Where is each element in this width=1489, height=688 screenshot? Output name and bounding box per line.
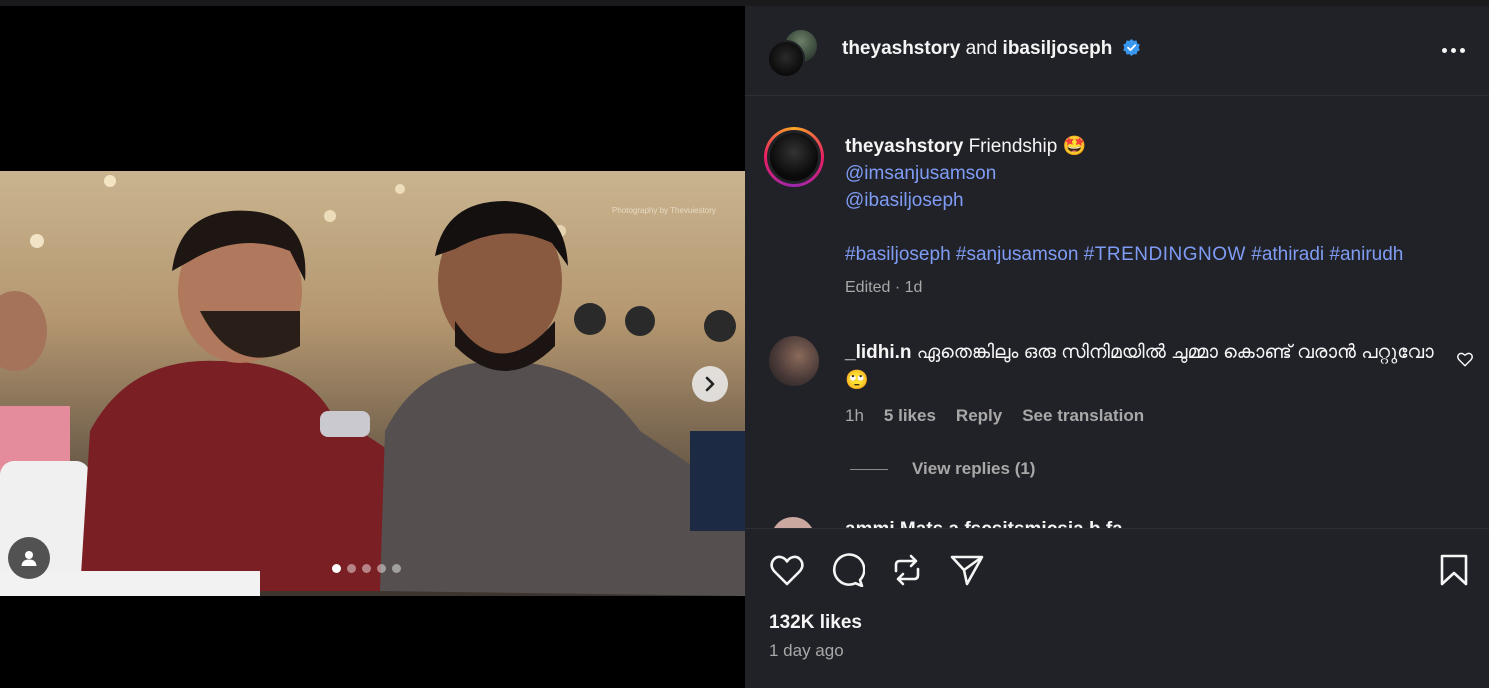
author-username-link[interactable]: theyashstory [842,38,960,59]
next-comment-peek: ammi.Mats a fscsitsmicsia.b.fa [745,511,1489,529]
more-dot-icon [1441,47,1447,53]
send-icon[interactable] [949,553,985,587]
hashtag-link[interactable]: #sanjusamson [956,244,1079,265]
post-photo[interactable]: Photography by Thevuiestory [0,171,745,596]
person-icon [21,551,37,566]
tagged-users-button[interactable] [8,537,50,579]
commenter-username-link[interactable]: _lidhi.n [845,342,912,363]
likes-count[interactable]: 132K likes [769,612,862,634]
comment-emoji: 🙄 [845,370,869,391]
mention-link[interactable]: @imsanjusamson [845,163,996,184]
commenter-avatar[interactable] [769,336,819,386]
hashtag-link[interactable]: #basiljoseph [845,244,951,265]
photo-illustration: Photography by Thevuiestory [0,175,745,596]
hashtag-link[interactable]: #anirudh [1329,244,1403,265]
post-details-panel: theyashstory and ibasiljoseph theyashsto… [745,6,1489,688]
next-photo-button[interactable] [692,366,728,402]
more-dot-icon [1450,47,1456,53]
caption-text: Friendship [968,136,1058,157]
coauthor-username-link[interactable]: ibasiljoseph [1003,38,1113,59]
carousel-dot [377,564,386,573]
reply-button[interactable]: Reply [956,406,1002,426]
caption-meta: Edited · 1d [845,279,923,296]
avatar [767,40,805,78]
authors-joiner: and [965,38,998,59]
photo-watermark: Photography by Thevuiestory [612,206,716,215]
avatar [767,130,821,184]
post-viewer: Photography by Thevuiestory theyashstory… [0,0,1489,688]
view-replies-button[interactable]: View replies (1) [850,459,1035,479]
more-dot-icon [1459,47,1465,53]
carousel-indicator [332,564,401,573]
comment-text: ഏതെങ്കിലും ഒരു സിനിമയിൽ ചുമ്മാ കൊണ്ട് വര… [916,342,1434,363]
caption-emoji: 🤩 [1062,136,1087,157]
hashtag-link[interactable]: #TRENDINGNOW [1084,244,1246,265]
divider [850,468,888,470]
post-timestamp[interactable]: 1 day ago [769,641,844,661]
carousel-dot [392,564,401,573]
caption-author-avatar[interactable] [764,127,824,187]
mention-link[interactable]: @ibasiljoseph [845,190,964,211]
hashtag-list: #basiljoseph #sanjusamson #TRENDINGNOW #… [845,241,1465,268]
collab-avatars[interactable] [767,28,819,80]
media-area: Photography by Thevuiestory [0,0,745,688]
more-options-button[interactable] [1435,36,1471,64]
comment-time: 1h [845,406,864,425]
action-bar: 132K likes 1 day ago [745,528,1489,682]
view-replies-label: View replies (1) [912,459,1036,478]
caption-username-link[interactable]: theyashstory [845,136,963,157]
comment-body: _lidhi.n ഏതെങ്കിലും ഒരു സിനിമയിൽ ചുമ്മാ … [845,339,1435,395]
comment-likes-link[interactable]: 5 likes [884,406,936,426]
chevron-right-icon [705,376,715,392]
carousel-dot [332,564,341,573]
verified-badge-icon [1122,38,1140,57]
post-caption: theyashstory Friendship 🤩 @imsanjusamson… [845,133,1465,301]
comment-icon[interactable] [829,553,865,587]
bookmark-icon[interactable] [1439,553,1469,587]
comment-like-heart-icon[interactable] [1456,350,1474,368]
carousel-dot [362,564,371,573]
heart-icon[interactable] [769,553,805,587]
repost-icon[interactable] [889,553,925,587]
post-header: theyashstory and ibasiljoseph [745,6,1489,96]
post-authors: theyashstory and ibasiljoseph [842,38,1141,60]
comment-meta: 1h 5 likes Reply See translation [845,406,1144,426]
hashtag-link[interactable]: #athiradi [1251,244,1324,265]
see-translation-button[interactable]: See translation [1022,406,1144,426]
carousel-dot [347,564,356,573]
